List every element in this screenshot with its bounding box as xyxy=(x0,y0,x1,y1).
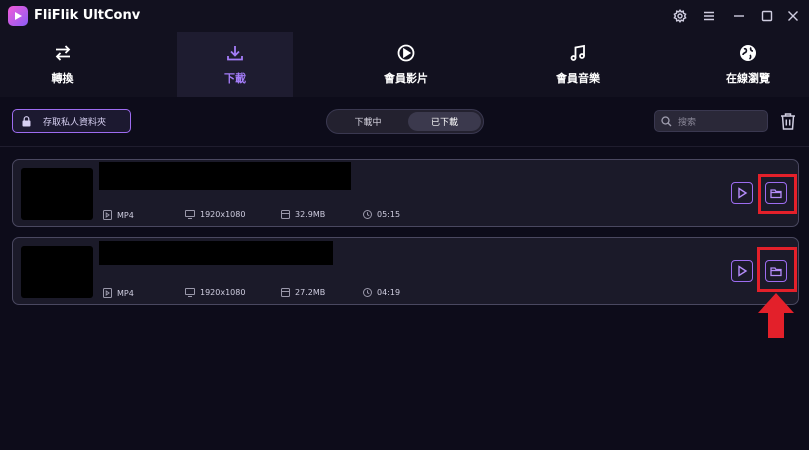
tab-member-video-label: 會員影片 xyxy=(384,71,428,85)
red-up-arrow-icon xyxy=(758,293,794,338)
tab-member-video[interactable]: 會員影片 xyxy=(348,32,464,97)
resolution-info: 1920x1080 xyxy=(185,288,245,297)
format-info: MP4 xyxy=(103,288,134,298)
download-item[interactable]: MP4 1920x1080 27.2MB 04:19 xyxy=(12,237,799,305)
main-nav: 轉換 下載 會員影片 會員音樂 在線瀏覽 xyxy=(0,32,809,97)
search-icon xyxy=(661,115,672,126)
segment-downloaded[interactable]: 已下載 xyxy=(408,112,481,131)
play-icon xyxy=(738,187,748,199)
video-title-redacted xyxy=(99,162,351,190)
size-info: 32.9MB xyxy=(281,210,325,219)
lock-icon xyxy=(22,115,31,126)
private-folder-label: 存取私人資料夾 xyxy=(43,117,107,128)
play-button[interactable] xyxy=(731,182,753,204)
app-title: FliFlik UltConv xyxy=(34,8,141,23)
video-title-redacted xyxy=(99,241,333,265)
format-info: MP4 xyxy=(103,210,134,220)
download-status-toggle: 下載中 已下載 xyxy=(326,109,484,134)
tab-online-browse-label: 在線瀏覽 xyxy=(726,71,770,85)
convert-arrows-icon xyxy=(55,44,70,61)
tab-member-music[interactable]: 會員音樂 xyxy=(520,32,636,97)
monitor-icon xyxy=(185,210,195,219)
menu-icon[interactable] xyxy=(699,6,719,26)
play-icon xyxy=(738,265,748,277)
duration-value: 05:15 xyxy=(377,210,401,219)
tab-member-music-label: 會員音樂 xyxy=(556,71,600,85)
settings-gear-icon[interactable] xyxy=(670,6,690,26)
maximize-icon[interactable] xyxy=(757,6,777,26)
play-circle-icon xyxy=(397,44,415,61)
download-icon xyxy=(227,45,243,60)
trash-icon[interactable] xyxy=(778,111,798,131)
segment-downloading[interactable]: 下載中 xyxy=(330,112,406,131)
video-file-icon xyxy=(103,210,112,220)
video-thumbnail xyxy=(21,246,93,298)
size-value: 32.9MB xyxy=(295,210,326,219)
close-icon[interactable] xyxy=(783,6,803,26)
video-thumbnail xyxy=(21,168,93,220)
size-info: 27.2MB xyxy=(281,288,325,297)
tab-download[interactable]: 下載 xyxy=(177,32,293,97)
clock-icon xyxy=(363,210,372,219)
duration-info: 04:19 xyxy=(363,288,400,297)
search-placeholder: 搜索 xyxy=(678,117,697,128)
music-note-icon xyxy=(570,44,585,61)
resolution-value: 1920x1080 xyxy=(200,210,246,219)
toolbar-divider xyxy=(0,146,809,147)
folder-highlight-box xyxy=(757,247,797,292)
title-bar: FliFlik UltConv xyxy=(0,0,809,32)
tab-download-label: 下載 xyxy=(224,71,246,85)
duration-info: 05:15 xyxy=(363,210,400,219)
tab-convert[interactable]: 轉換 xyxy=(0,32,125,97)
play-button[interactable] xyxy=(731,260,753,282)
clock-icon xyxy=(363,288,372,297)
size-value: 27.2MB xyxy=(295,288,326,297)
storage-icon xyxy=(281,288,290,297)
tab-convert-label: 轉換 xyxy=(51,71,74,85)
monitor-icon xyxy=(185,288,195,297)
resolution-value: 1920x1080 xyxy=(200,288,246,297)
format-value: MP4 xyxy=(117,288,134,298)
tab-online-browse[interactable]: 在線瀏覽 xyxy=(690,32,806,97)
app-logo-icon xyxy=(8,6,28,26)
storage-icon xyxy=(281,210,290,219)
resolution-info: 1920x1080 xyxy=(185,210,245,219)
folder-highlight-box xyxy=(758,174,797,214)
video-file-icon xyxy=(103,288,112,298)
search-input[interactable]: 搜索 xyxy=(654,110,768,132)
minimize-icon[interactable] xyxy=(729,6,749,26)
globe-icon xyxy=(740,44,756,61)
private-folder-button[interactable]: 存取私人資料夾 xyxy=(12,109,131,133)
download-item[interactable]: MP4 1920x1080 32.9MB 05:15 xyxy=(12,159,799,227)
duration-value: 04:19 xyxy=(377,288,401,297)
format-value: MP4 xyxy=(117,210,134,220)
